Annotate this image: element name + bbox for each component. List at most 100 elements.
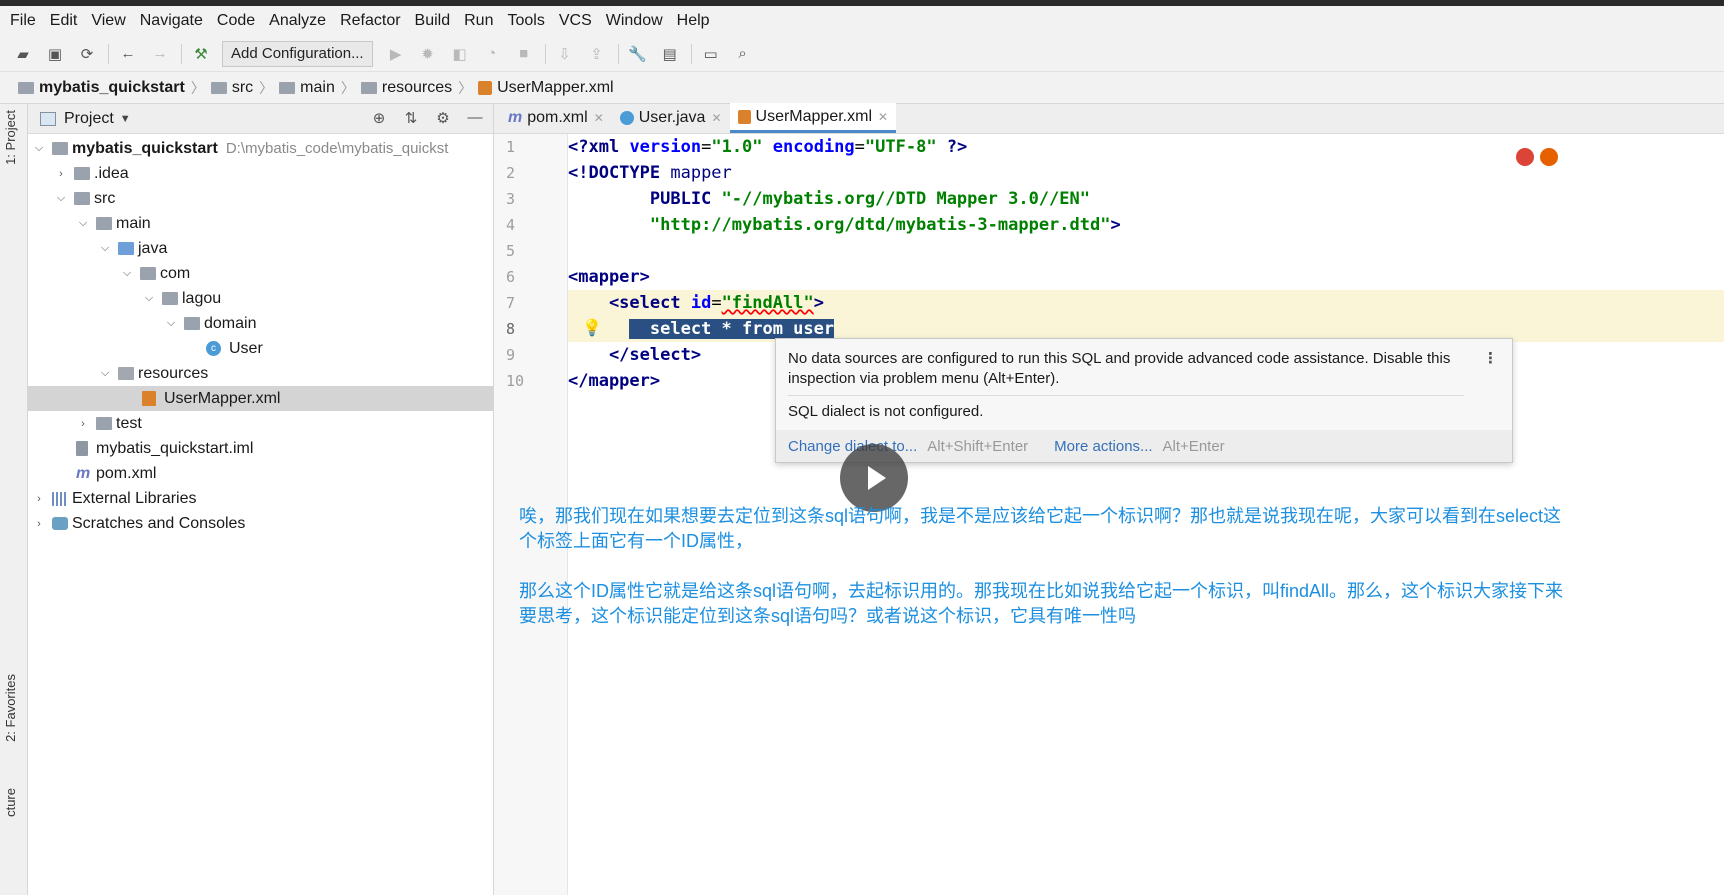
menu-code[interactable]: Code	[217, 12, 255, 30]
menu-run[interactable]: Run	[464, 12, 493, 30]
settings-wrench-icon[interactable]: 🔧	[627, 43, 649, 65]
build-hammer-icon[interactable]: ⚒	[190, 43, 212, 65]
close-icon[interactable]: ✕	[594, 111, 604, 125]
menu-build[interactable]: Build	[415, 12, 451, 30]
chevron-down-icon[interactable]: ⌵	[120, 267, 134, 280]
intention-bulb-icon[interactable]: 💡	[582, 318, 602, 338]
firefox-icon[interactable]	[1540, 148, 1558, 166]
code-line-7: <select id="findAll">	[568, 290, 1724, 316]
chevron-right-icon: 〉	[190, 79, 205, 96]
more-actions-link[interactable]: More actions...	[1054, 438, 1152, 455]
chevron-right-icon[interactable]: ›	[32, 493, 46, 505]
code-line-6: <mapper>	[568, 267, 650, 287]
menu-edit[interactable]: Edit	[50, 12, 78, 30]
menu-navigate[interactable]: Navigate	[140, 12, 203, 30]
tool-tab-structure[interactable]: cture	[3, 788, 18, 817]
tree-item-root[interactable]: ⌵ mybatis_quickstart D:\mybatis_code\myb…	[28, 136, 493, 161]
tree-item-resources[interactable]: ⌵ resources	[28, 361, 493, 386]
hide-panel-icon[interactable]: —	[465, 109, 485, 127]
menu-window[interactable]: Window	[606, 12, 663, 30]
breadcrumb-item-project[interactable]: mybatis_quickstart	[18, 79, 185, 97]
chevron-right-icon: 〉	[340, 79, 355, 96]
chevron-right-icon[interactable]: ›	[54, 168, 68, 180]
tab-user-java[interactable]: User.java ✕	[612, 103, 730, 133]
run-configuration-dropdown[interactable]: Add Configuration...	[222, 40, 373, 67]
tab-pom-xml[interactable]: m pom.xml ✕	[500, 103, 612, 133]
menu-view[interactable]: View	[91, 12, 125, 30]
tool-tab-project[interactable]: 1: Project	[3, 110, 18, 165]
folder-icon	[210, 81, 227, 94]
search-icon[interactable]: ⌕	[732, 43, 754, 65]
close-icon[interactable]: ✕	[711, 111, 721, 125]
play-button-icon[interactable]	[840, 444, 908, 512]
more-options-icon[interactable]: ⋮	[1483, 349, 1498, 367]
project-view-selector[interactable]: Project	[64, 110, 114, 128]
chrome-icon[interactable]	[1516, 148, 1534, 166]
maven-icon: m	[508, 109, 523, 126]
save-all-icon[interactable]: ▣	[44, 43, 66, 65]
terminal-icon[interactable]: ▭	[700, 43, 722, 65]
popup-message: No data sources are configured to run th…	[788, 350, 1451, 387]
tree-item-scratches[interactable]: › Scratches and Consoles	[28, 511, 493, 536]
synchronize-icon[interactable]: ⟳	[76, 43, 98, 65]
menu-analyze[interactable]: Analyze	[269, 12, 326, 30]
chevron-down-icon[interactable]: ⌵	[54, 192, 68, 205]
menu-file[interactable]: File	[10, 12, 36, 30]
breadcrumb-item-main[interactable]: main	[279, 79, 335, 97]
locate-file-icon[interactable]: ⊕	[369, 109, 389, 127]
class-icon	[619, 111, 634, 125]
tree-item-java[interactable]: ⌵ java	[28, 236, 493, 261]
chevron-down-icon[interactable]: ⌵	[98, 242, 112, 255]
chevron-down-icon[interactable]: ⌵	[76, 217, 90, 230]
chevron-down-icon[interactable]: ▼	[120, 113, 131, 125]
menu-help[interactable]: Help	[677, 12, 710, 30]
menu-bar: File Edit View Navigate Code Analyze Ref…	[0, 6, 1724, 36]
back-icon[interactable]: ←	[117, 43, 139, 65]
line-number: 7	[506, 294, 516, 312]
profile-icon[interactable]: ◔	[481, 43, 503, 65]
tree-item-domain[interactable]: ⌵ domain	[28, 311, 493, 336]
tree-item-pom[interactable]: m pom.xml	[28, 461, 493, 486]
vcs-update-icon[interactable]: ⇩	[554, 43, 576, 65]
subtitle-paragraph-2: 那么这个ID属性它就是给这条sql语句啊，去起标识用的。那我现在比如说我给它起一…	[519, 581, 1564, 626]
chevron-down-icon[interactable]: ⌵	[98, 367, 112, 380]
tree-item-user-class[interactable]: c User	[28, 336, 493, 361]
chevron-down-icon[interactable]: ⌵	[164, 317, 178, 330]
chevron-down-icon[interactable]: ⌵	[142, 292, 156, 305]
tree-item-test[interactable]: › test	[28, 411, 493, 436]
close-icon[interactable]: ✕	[878, 110, 888, 124]
chevron-right-icon[interactable]: ›	[76, 418, 90, 430]
tool-tab-favorites[interactable]: 2: Favorites	[3, 674, 18, 742]
debug-icon[interactable]: ✹	[417, 43, 439, 65]
tree-item-main[interactable]: ⌵ main	[28, 211, 493, 236]
collapse-all-icon[interactable]: ⇅	[401, 109, 421, 127]
breadcrumb-item-file[interactable]: UserMapper.xml	[478, 79, 614, 97]
open-folder-icon[interactable]: ▰	[12, 43, 34, 65]
run-icon[interactable]: ▶	[385, 43, 407, 65]
tab-usermapper-xml[interactable]: UserMapper.xml ✕	[729, 103, 897, 133]
tree-item-src[interactable]: ⌵ src	[28, 186, 493, 211]
vcs-commit-icon[interactable]: ⇪	[586, 43, 608, 65]
tree-item-lagou[interactable]: ⌵ lagou	[28, 286, 493, 311]
gear-icon[interactable]: ⚙	[433, 109, 453, 127]
tree-item-com[interactable]: ⌵ com	[28, 261, 493, 286]
coverage-icon[interactable]: ◧	[449, 43, 471, 65]
forward-icon[interactable]: →	[149, 43, 171, 65]
stop-icon[interactable]: ■	[513, 43, 535, 65]
package-icon	[162, 292, 178, 305]
chevron-right-icon[interactable]: ›	[32, 518, 46, 530]
breadcrumb-item-src[interactable]: src	[210, 79, 253, 97]
menu-tools[interactable]: Tools	[507, 12, 544, 30]
xml-file-icon	[478, 80, 493, 95]
tree-item-idea[interactable]: › .idea	[28, 161, 493, 186]
tree-item-iml[interactable]: mybatis_quickstart.iml	[28, 436, 493, 461]
project-structure-icon[interactable]: ▤	[659, 43, 681, 65]
maven-icon: m	[76, 464, 91, 482]
tree-item-usermapper-xml[interactable]: UserMapper.xml	[28, 386, 493, 411]
tree-item-external-libraries[interactable]: › External Libraries	[28, 486, 493, 511]
breadcrumb-item-resources[interactable]: resources	[360, 79, 452, 97]
tree-item-label: .idea	[94, 164, 129, 182]
chevron-down-icon[interactable]: ⌵	[32, 142, 46, 155]
menu-refactor[interactable]: Refactor	[340, 12, 400, 30]
menu-vcs[interactable]: VCS	[559, 12, 592, 30]
